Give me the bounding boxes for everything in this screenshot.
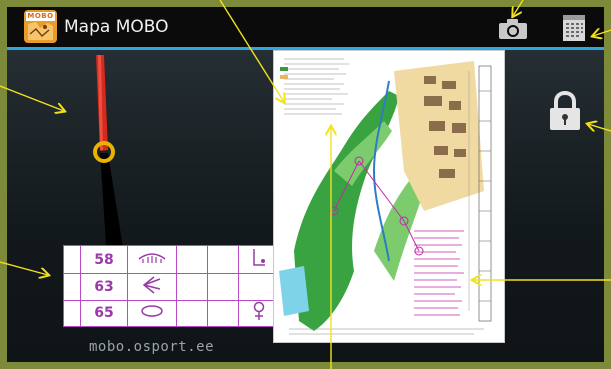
annotation-arrow-lock	[588, 124, 611, 131]
annotation-arrow-camera	[513, 0, 524, 16]
annotation-arrow-card	[0, 261, 48, 275]
annotation-arrow-compass	[0, 85, 64, 111]
annotation-arrows	[0, 0, 611, 369]
annotation-arrow-map	[219, 0, 284, 102]
annotation-arrow-calendar	[593, 30, 611, 36]
